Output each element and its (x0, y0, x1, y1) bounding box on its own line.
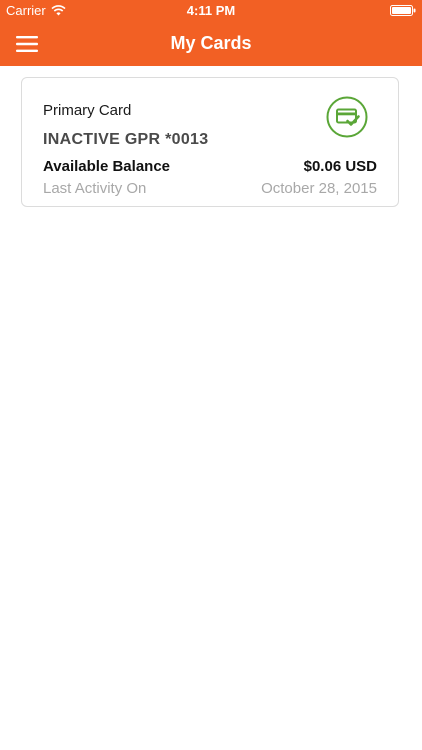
page-title: My Cards (170, 33, 252, 53)
balance-label: Available Balance (43, 158, 171, 175)
activity-row: Last Activity On October 28, 2015 (43, 180, 377, 197)
battery-icon (390, 5, 416, 16)
last-activity-label: Last Activity On (43, 180, 147, 197)
last-activity-date: October 28, 2015 (261, 180, 377, 197)
card-check-icon (326, 96, 368, 138)
status-time: 4:11 PM (186, 3, 236, 18)
balance-row: Available Balance $0.06 USD (43, 158, 377, 175)
card-type-label: Primary Card (43, 102, 132, 119)
card-name: INACTIVE GPR *0013 (43, 131, 209, 148)
status-bar: Carrier 4:11 PM (0, 0, 422, 22)
balance-value: $0.06 USD (303, 158, 377, 175)
nav-bar: My Cards (0, 22, 422, 66)
card-item-primary[interactable]: Primary Card INACTIVE GPR *0013 Availabl… (21, 77, 399, 207)
